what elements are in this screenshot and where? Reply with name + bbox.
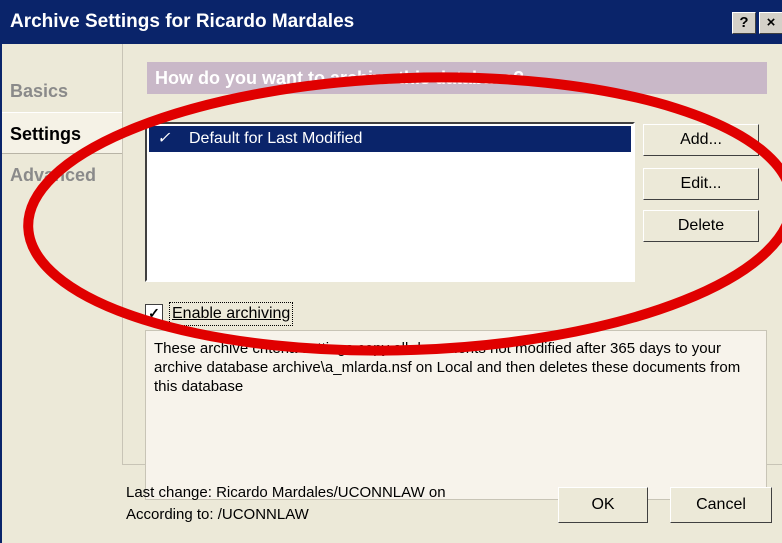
archive-question-heading: How do you want to archive this database… — [147, 62, 767, 94]
check-icon: ✓ — [157, 130, 171, 147]
title-bar: Archive Settings for Ricardo Mardales ? … — [2, 0, 782, 44]
delete-button[interactable]: Delete — [643, 210, 759, 242]
edit-button[interactable]: Edit... — [643, 168, 759, 200]
list-item-label: Default for Last Modified — [189, 130, 363, 147]
tab-advanced[interactable]: Advanced — [2, 154, 114, 196]
help-button[interactable]: ? — [732, 12, 756, 34]
archive-settings-dialog: Archive Settings for Ricardo Mardales ? … — [0, 0, 782, 543]
close-button[interactable]: × — [759, 12, 782, 34]
window-title: Archive Settings for Ricardo Mardales — [10, 11, 355, 32]
last-change-text: Last change: Ricardo Mardales/UCONNLAW o… — [126, 484, 446, 501]
enable-archiving-checkbox[interactable]: ✓ — [145, 304, 163, 322]
dialog-footer: Last change: Ricardo Mardales/UCONNLAW o… — [122, 464, 782, 543]
tab-basics[interactable]: Basics — [2, 70, 114, 112]
according-to-text: According to: /UCONNLAW — [126, 506, 309, 523]
ok-button[interactable]: OK — [558, 487, 648, 523]
archive-criteria-list[interactable]: ✓ Default for Last Modified — [145, 122, 635, 282]
tab-settings[interactable]: Settings — [2, 112, 123, 154]
cancel-button[interactable]: Cancel — [670, 487, 772, 523]
enable-archiving-label[interactable]: Enable archiving — [169, 302, 294, 326]
settings-panel: How do you want to archive this database… — [122, 44, 782, 500]
list-item[interactable]: ✓ Default for Last Modified — [149, 126, 631, 152]
add-button[interactable]: Add... — [643, 124, 759, 156]
